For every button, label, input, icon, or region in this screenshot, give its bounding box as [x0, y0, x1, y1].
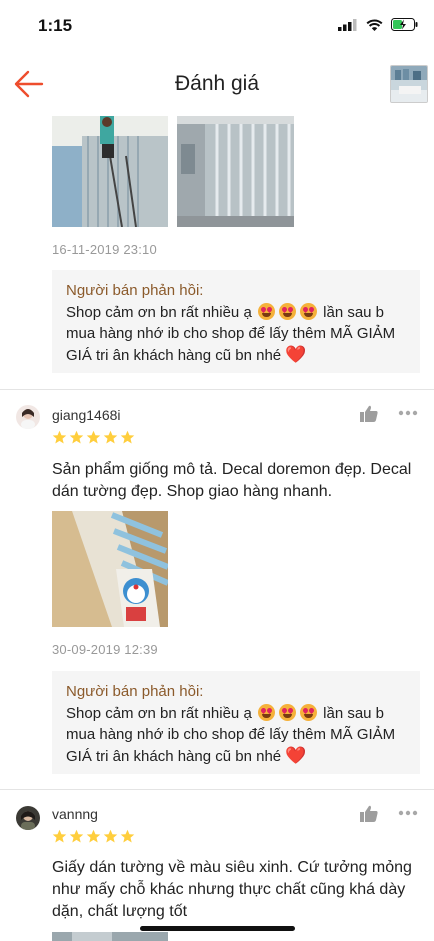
- heart-eyes-emoji-icon: [257, 303, 275, 320]
- status-time: 1:15: [38, 16, 73, 35]
- rating-stars: [52, 829, 135, 844]
- star-icon: [120, 430, 135, 444]
- heart-eyes-emoji-icon: [278, 303, 296, 320]
- status-bar: 1:15: [0, 0, 434, 54]
- wifi-icon: [366, 18, 383, 31]
- status-icons: [338, 18, 418, 31]
- star-icon: [52, 430, 67, 444]
- review-photo[interactable]: [52, 116, 168, 227]
- heart-eyes-emoji-icon: [278, 704, 296, 721]
- divider: [0, 389, 434, 390]
- review-comment: Giấy dán tường về màu siêu xinh. Cứ tưởn…: [52, 859, 412, 920]
- heart-icon: ❤️: [285, 345, 307, 364]
- review-date: 30-09-2019 12:39: [52, 642, 158, 657]
- review-photo[interactable]: [52, 930, 168, 941]
- home-indicator: [140, 926, 295, 931]
- page-title: Đánh giá: [174, 72, 260, 95]
- star-icon: [103, 829, 118, 843]
- star-icon: [103, 430, 118, 444]
- reviewer-username: vannng: [52, 806, 98, 822]
- seller-reply-text-part: Shop cảm ơn bn rất nhiều ạ: [66, 705, 252, 722]
- seller-reply-label: Người bán phản hồi:: [66, 683, 204, 700]
- seller-reply: Người bán phản hồi: Shop cảm ơn bn rất n…: [52, 270, 420, 373]
- avatar[interactable]: [16, 806, 40, 830]
- review-date: 16-11-2019 23:10: [52, 242, 157, 257]
- more-options-icon[interactable]: [398, 410, 418, 416]
- review-photo[interactable]: [177, 116, 294, 227]
- seller-reply-text-part: Shop cảm ơn bn rất nhiều ạ: [66, 304, 252, 321]
- review-comment: Sản phẩm giống mô tả. Decal doremon đẹp.…: [52, 461, 412, 500]
- like-thumb-icon[interactable]: [360, 405, 378, 422]
- heart-eyes-emoji-icon: [299, 303, 317, 320]
- rating-stars: [52, 430, 135, 445]
- seller-reply-text: Shop cảm ơn bn rất nhiều ạ lần sau b mua…: [66, 302, 408, 366]
- star-icon: [120, 829, 135, 843]
- review-photo[interactable]: [52, 511, 168, 627]
- divider: [0, 789, 434, 790]
- header: Đánh giá: [0, 54, 434, 114]
- star-icon: [52, 829, 67, 843]
- star-icon: [86, 430, 101, 444]
- seller-reply-label: Người bán phản hồi:: [66, 282, 204, 299]
- product-thumbnail[interactable]: [390, 65, 428, 103]
- seller-reply-text: Shop cảm ơn bn rất nhiều ạ lần sau b mua…: [66, 703, 408, 767]
- more-options-icon[interactable]: [398, 810, 418, 816]
- like-thumb-icon[interactable]: [360, 805, 378, 822]
- star-icon: [69, 430, 84, 444]
- heart-eyes-emoji-icon: [257, 704, 275, 721]
- heart-icon: ❤️: [285, 746, 307, 765]
- star-icon: [69, 829, 84, 843]
- signal-icon: [338, 18, 357, 31]
- star-icon: [86, 829, 101, 843]
- heart-eyes-emoji-icon: [299, 704, 317, 721]
- battery-charging-icon: [391, 18, 418, 31]
- seller-reply: Người bán phản hồi: Shop cảm ơn bn rất n…: [52, 671, 420, 774]
- reviewer-username: giang1468i: [52, 407, 121, 423]
- avatar[interactable]: [16, 405, 40, 429]
